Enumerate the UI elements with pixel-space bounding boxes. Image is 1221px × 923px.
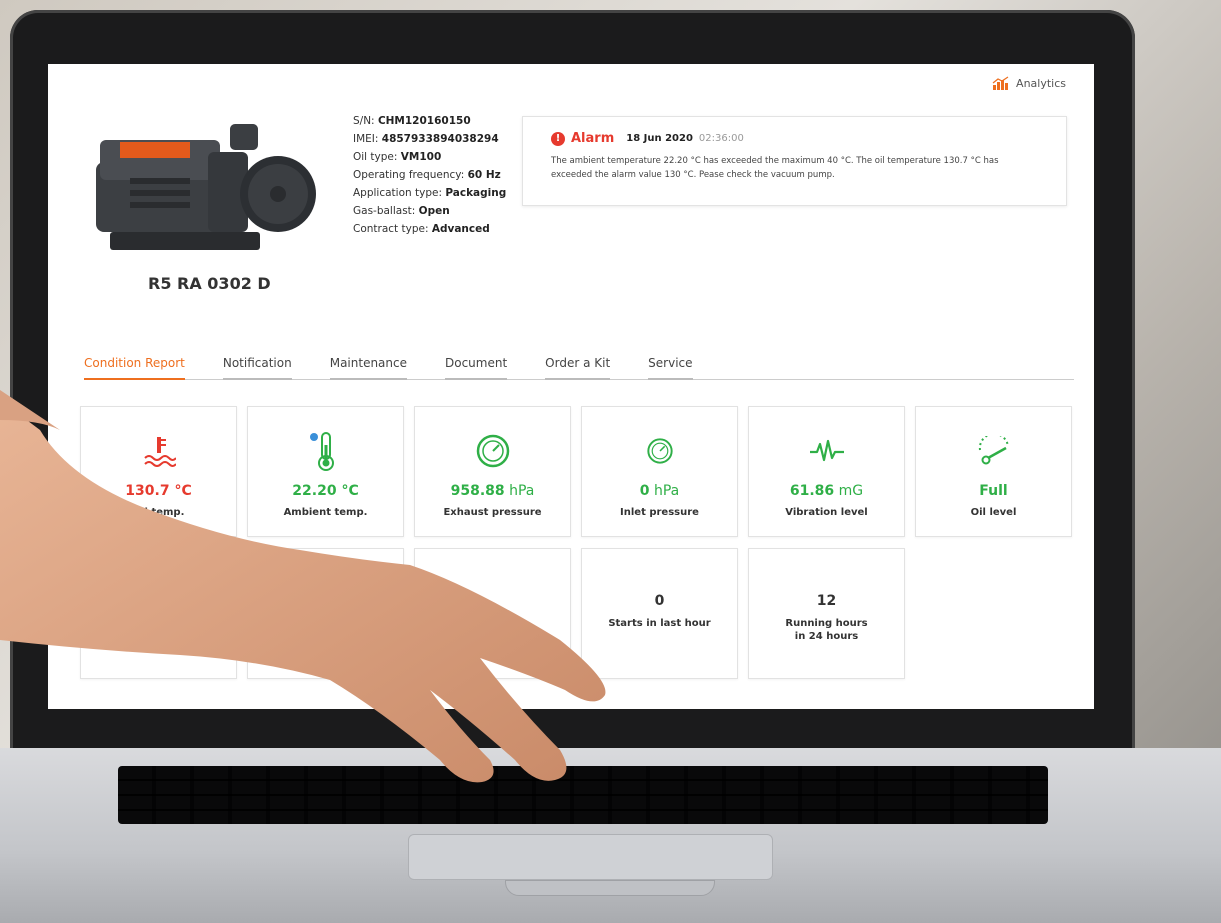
card-value: 130.7 °C <box>125 483 192 499</box>
card-label: Ambient temp. <box>283 507 368 518</box>
card-starts-last-hour[interactable]: 0 Starts in last hour <box>581 548 738 679</box>
spec-oil-type: Oil type: VM100 <box>353 151 442 163</box>
card-ambient-temp[interactable]: 22.20 °C Ambient temp. <box>247 406 404 537</box>
tab-order-a-kit[interactable]: Order a Kit <box>545 356 611 380</box>
alarm-panel: ! Alarm 18 Jun 2020 02:36:00 The ambient… <box>522 116 1067 206</box>
card-vibration-level[interactable]: 61.86 mG Vibration level <box>748 406 905 537</box>
card-label: Oil temp. <box>132 507 185 518</box>
card-blank-1 <box>80 548 237 679</box>
spec-application: Application type: Packaging <box>353 187 507 199</box>
card-value: 0 <box>654 593 665 609</box>
alarm-message: The ambient temperature 22.20 °C has exc… <box>551 156 999 180</box>
thermometer-icon <box>309 432 334 471</box>
spec-serial: S/N: CHM120160150 <box>353 115 471 127</box>
tab-maintenance[interactable]: Maintenance <box>329 356 407 380</box>
app-screen: Analytics R5 RA 0302 D S/N: CHM120160150… <box>48 64 1094 709</box>
analytics-label: Analytics <box>1016 76 1066 90</box>
gauge-icon <box>476 434 509 468</box>
spec-imei: IMEI: 4857933894038294 <box>353 133 499 145</box>
card-value: 12 <box>816 593 837 609</box>
card-exhaust-pressure[interactable]: 958.88 hPa Exhaust pressure <box>414 406 571 537</box>
card-running-hours[interactable]: 12 Running hours in 24 hours <box>748 548 905 679</box>
card-value: 958.88 hPa <box>450 483 535 499</box>
card-label: Starts in last hour <box>608 618 711 629</box>
alert-icon: ! <box>551 131 565 146</box>
tab-document[interactable]: Document <box>445 356 508 380</box>
laptop-notch <box>505 880 715 896</box>
spec-gas-ballast: Gas-ballast: Open <box>353 205 450 217</box>
card-oil-level[interactable]: Full Oil level <box>915 406 1072 537</box>
card-label: Vibration level <box>785 507 868 518</box>
alarm-title: Alarm <box>571 131 615 146</box>
tab-condition-report[interactable]: Condition Report <box>84 356 185 380</box>
card-oil-temp[interactable]: 130.7 °C Oil temp. <box>80 406 237 537</box>
oil-level-icon <box>978 436 1009 465</box>
tab-notification[interactable]: Notification <box>222 356 292 380</box>
card-value: Full <box>979 483 1008 499</box>
card-inlet-pressure[interactable]: 0 hPa Inlet pressure <box>581 406 738 537</box>
analytics-icon <box>992 76 1009 90</box>
alarm-time: 02:36:00 <box>698 133 744 144</box>
card-value: 61.86 mG <box>789 483 864 499</box>
oil-temperature-icon <box>143 437 176 467</box>
gauge-icon <box>646 438 673 464</box>
card-blank-2 <box>247 548 404 679</box>
trackpad <box>408 834 773 880</box>
tab-bar: Condition Report Notification Maintenanc… <box>84 356 1074 380</box>
device-specs: S/N: CHM120160150 IMEI: 4857933894038294… <box>353 112 506 238</box>
alarm-date: 18 Jun 2020 <box>626 133 693 144</box>
analytics-link[interactable]: Analytics <box>992 76 1066 90</box>
spec-contract: Contract type: Advanced <box>353 223 490 235</box>
card-label: Oil level <box>970 507 1017 518</box>
card-value: 0 hPa <box>639 483 680 499</box>
vacuum-pump-image <box>96 124 316 250</box>
card-label: Running hours in 24 hours <box>785 618 868 642</box>
card-label: Inlet pressure <box>620 507 699 518</box>
card-value: 22.20 °C <box>292 483 359 499</box>
keyboard <box>118 766 1048 824</box>
card-blank-3 <box>414 548 571 679</box>
card-label: Exhaust pressure <box>443 507 542 518</box>
spec-frequency: Operating frequency: 60 Hz <box>353 169 501 181</box>
model-name: R5 RA 0302 D <box>148 274 271 293</box>
tab-service[interactable]: Service <box>648 356 693 380</box>
vibration-icon <box>809 439 844 462</box>
